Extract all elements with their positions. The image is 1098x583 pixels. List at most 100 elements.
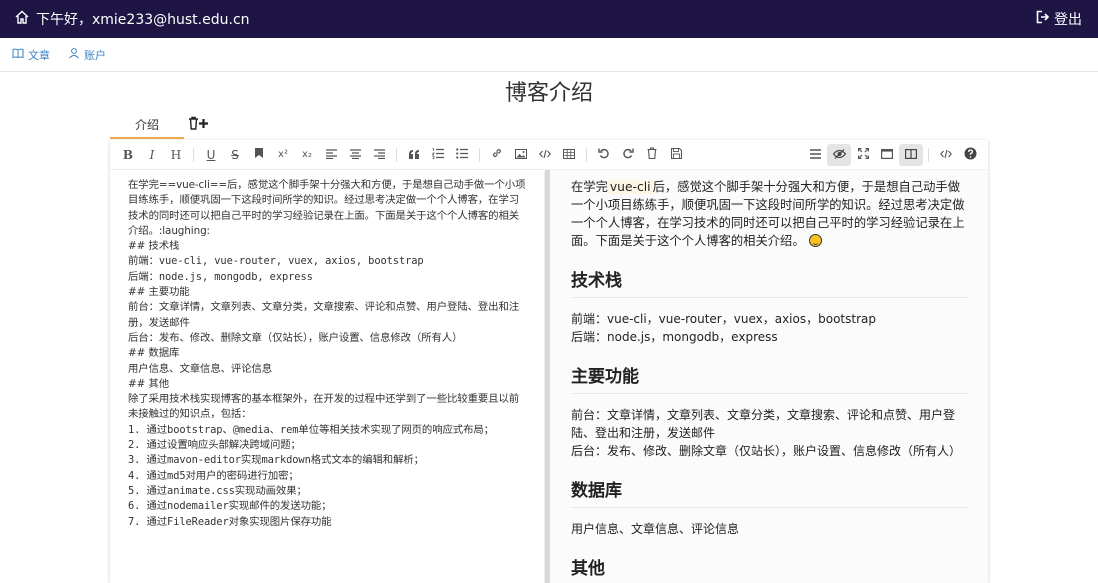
align-right-button[interactable] [367,144,391,166]
laughing-emoji-icon [808,234,822,247]
code-icon [940,148,952,162]
bookmark-icon [254,147,264,162]
tab-intro[interactable]: 介绍 [110,115,184,139]
editor-toolbar: B I H U S x² x₂ [110,140,988,170]
delete-add-button[interactable] [188,115,210,134]
trash-plus-icon [188,115,210,134]
link-button[interactable] [485,144,509,166]
undo-button[interactable] [592,144,616,166]
quote-icon [408,148,420,162]
markdown-source-pane[interactable]: 在学完==vue-cli==后，感觉这个脚手架十分强大和方便，于是想自己动手做一… [110,170,545,583]
source-line: 未接触过的知识点，包括： [128,408,252,421]
html-code-button[interactable] [934,144,958,166]
superscript-button[interactable]: x² [271,144,295,166]
trash-button[interactable] [640,144,664,166]
window-icon [881,148,894,162]
logout-icon [1036,10,1050,28]
bold-button[interactable]: B [116,144,140,166]
quote-button[interactable] [402,144,426,166]
redo-button[interactable] [616,144,640,166]
italic-button[interactable]: I [140,144,164,166]
table-button[interactable] [557,144,581,166]
nav-account-label: 账户 [84,48,106,62]
ordered-list-icon [431,147,444,162]
trash-icon [647,147,657,162]
logout-button[interactable]: 登出 [1036,9,1082,29]
source-line: 4. 通过md5对用户的密码进行加密； [128,469,299,482]
preview-tech-front: 前端：vue-cli，vue-router，vuex，axios，bootstr… [571,312,876,326]
tabs-row: 介绍 [110,109,1098,139]
nav-articles-label: 文章 [28,48,50,62]
home-icon [14,9,30,29]
align-center-button[interactable] [343,144,367,166]
nav-articles[interactable]: 文章 [12,47,50,63]
source-line: ## 主要功能 [128,286,190,299]
source-line: 6. 通过nodemailer实现邮件的发送功能； [128,500,332,513]
question-icon [964,147,977,163]
undo-icon [598,147,610,162]
intro-prefix: 在学完 [571,180,608,194]
help-button[interactable] [958,144,982,166]
code-icon [539,148,551,162]
preview-heading-other: 其他 [571,554,968,583]
source-line: 前端：vue-cli, vue-router, vuex, axios, boo… [128,255,424,268]
preview-heading-db: 数据库 [571,476,968,508]
source-line: 1. 通过bootstrap、@media、rem单位等相关技术实现了网页的响应… [128,423,494,436]
page-title: 博客介绍 [504,81,593,106]
greeting-text: 下午好，xmie233@hust.edu.cn [36,12,250,28]
subscript-button[interactable]: x₂ [295,144,319,166]
source-line: 除了采用技术栈实现博客的基本框架外，在开发的过程中还学到了一些比较重要且以前 [128,393,520,406]
strike-button[interactable]: S [223,144,247,166]
greeting[interactable]: 下午好，xmie233@hust.edu.cn [14,9,250,29]
align-left-button[interactable] [319,144,343,166]
preview-heading-features: 主要功能 [571,362,968,394]
source-line: 后台：发布、修改、删除文章（仅站长），账户设置、信息修改（所有人） [128,331,463,344]
ordered-list-button[interactable] [426,144,450,166]
navigation-button[interactable] [803,144,827,166]
split-view-button[interactable] [899,143,923,166]
intro-mark: vue-cli [607,180,653,194]
source-line: ## 技术栈 [128,240,180,253]
mark-button[interactable] [247,144,271,166]
fullscreen-button[interactable] [851,144,875,166]
menu-icon [809,148,821,162]
unordered-list-button[interactable] [450,144,474,166]
source-line: ## 数据库 [128,347,180,360]
top-bar: 下午好，xmie233@hust.edu.cn 登出 [0,0,1098,38]
link-icon [491,147,503,162]
read-mode-button[interactable] [875,144,899,166]
align-center-icon [349,148,361,162]
underline-button[interactable]: U [199,144,223,166]
toolbar-left: B I H U S x² x₂ [116,144,688,166]
toolbar-separator [586,147,587,162]
align-left-icon [325,148,337,162]
markdown-editor: B I H U S x² x₂ 在学完==vue-cli==后，感觉这个脚手架十… [110,140,988,583]
preview-tech-back: 后端：node.js，mongodb，express [571,330,778,344]
header-button[interactable]: H [164,144,188,166]
user-icon [68,47,80,62]
source-line: 3. 通过mavon-editor实现markdown格式文本的编辑和解析； [128,454,424,467]
image-icon [515,148,527,162]
preview-db-text: 用户信息、文章信息、评论信息 [571,522,740,536]
code-button[interactable] [533,144,557,166]
expand-icon [857,147,869,162]
redo-icon [622,147,634,162]
editor-panes: 在学完==vue-cli==后，感觉这个脚手架十分强大和方便，于是想自己动手做一… [110,170,988,583]
source-line: 2. 通过设置响应头部解决跨域问题； [128,439,301,452]
source-line: 册，发送邮件 [128,316,190,329]
preview-heading-tech: 技术栈 [571,266,968,298]
nav-account[interactable]: 账户 [68,47,106,63]
source-line: 介绍。:laughing: [128,224,210,237]
source-line: ## 其他 [128,377,169,390]
source-line: 7. 通过FileReader对象实现图片保存功能 [128,515,332,528]
table-icon [563,148,575,162]
align-right-icon [373,148,385,162]
image-button[interactable] [509,144,533,166]
eye-slash-icon [832,148,846,162]
source-line: 在学完==vue-cli==后，感觉这个脚手架十分强大和方便，于是想自己动手做一… [128,179,526,191]
save-button[interactable] [664,144,688,166]
toolbar-separator [193,147,194,162]
source-line: 用户信息、文章信息、评论信息 [128,362,273,375]
preview-toggle-button[interactable] [827,143,851,166]
source-line: 后端：node.js, mongodb, express [128,270,313,283]
